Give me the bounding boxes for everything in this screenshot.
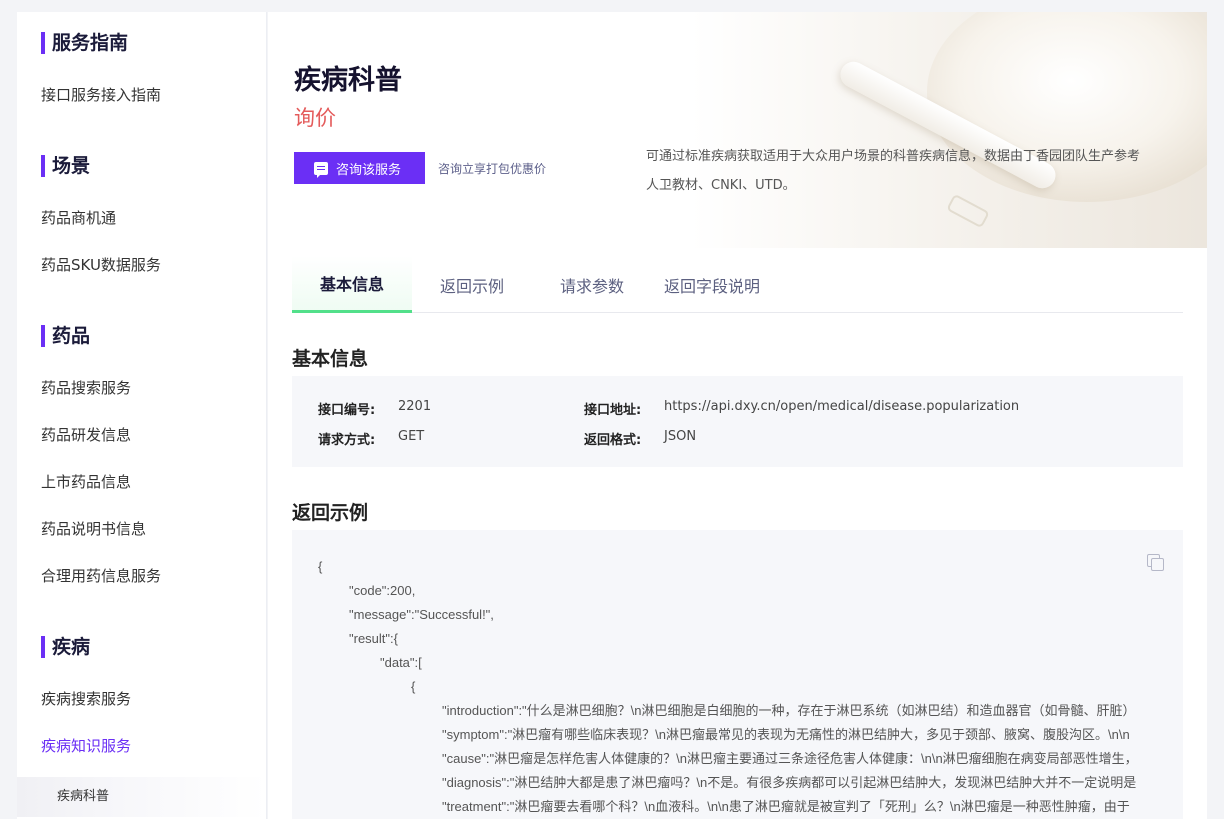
basic-info-panel: 接口编号: 2201 接口地址: https://api.dxy.cn/open…: [292, 376, 1183, 467]
consult-service-button-label: 咨询该服务: [336, 162, 402, 178]
sidebar-item-drug-search[interactable]: 药品搜索服务: [41, 378, 131, 398]
hero-banner: 疾病科普 询价 咨询该服务 咨询立享打包优惠价 可通过标准疾病获取适用于大众用户…: [268, 12, 1207, 248]
sidebar-item-disease-search[interactable]: 疾病搜索服务: [41, 689, 131, 709]
code-line: {: [411, 679, 416, 694]
code-line: "message":"Successful!",: [349, 607, 494, 622]
tab-request-params[interactable]: 请求参数: [532, 256, 652, 313]
code-line: "treatment":"淋巴瘤要去看哪个科？\n血液科。\n\n患了淋巴瘤就是…: [442, 799, 1130, 814]
sidebar: 服务指南 接口服务接入指南 场景 药品商机通 药品SKU数据服务 药品 药品搜索…: [17, 12, 267, 819]
consult-service-button[interactable]: 咨询该服务: [294, 152, 425, 184]
sidebar-section-scene-title: 场景: [41, 155, 90, 177]
interface-url-label: 接口地址:: [584, 403, 642, 418]
code-line: "cause":"淋巴瘤是怎样危害人体健康的？\n淋巴瘤主要通过三条途径危害人体…: [442, 751, 1138, 766]
interface-id-value: 2201: [398, 399, 432, 414]
sidebar-subitem-disease-popularization[interactable]: 疾病科普: [17, 777, 266, 817]
request-method-value: GET: [398, 429, 425, 444]
basic-info-heading: 基本信息: [292, 348, 369, 370]
page-title: 疾病科普: [294, 65, 402, 96]
code-line: "diagnosis":"淋巴结肿大都是患了淋巴瘤吗？\n不是。有很多疾病都可以…: [442, 775, 1137, 790]
code-line: "introduction":"什么是淋巴细胞？\n淋巴细胞是白细胞的一种，存在…: [442, 703, 1136, 718]
sidebar-section-disease-title: 疾病: [41, 636, 90, 658]
sidebar-item-rational-drug-use[interactable]: 合理用药信息服务: [41, 566, 161, 586]
price-label: 询价: [294, 106, 336, 130]
interface-id-label: 接口编号:: [318, 403, 376, 418]
return-format-value: JSON: [664, 429, 697, 444]
sidebar-item-drug-label[interactable]: 药品说明书信息: [41, 519, 146, 539]
sidebar-item-drug-sku[interactable]: 药品SKU数据服务: [41, 255, 161, 275]
return-format-label: 返回格式:: [584, 433, 642, 448]
main-content: 疾病科普 询价 咨询该服务 咨询立享打包优惠价 可通过标准疾病获取适用于大众用户…: [268, 12, 1207, 819]
request-method-label: 请求方式:: [318, 433, 376, 448]
code-line: {: [318, 559, 323, 574]
code-line: "data":[: [380, 655, 422, 670]
code-example-panel: { "code":200, "message":"Successful!", "…: [292, 530, 1183, 819]
tab-return-example[interactable]: 返回示例: [412, 256, 532, 313]
copy-icon[interactable]: [1147, 554, 1164, 571]
code-line: "result":{: [349, 631, 398, 646]
code-line: "symptom":"淋巴瘤有哪些临床表现？\n淋巴瘤最常见的表现为无痛性的淋巴…: [442, 727, 1130, 742]
service-description: 可通过标准疾病获取适用于大众用户场景的科普疾病信息，数据由丁香园团队生产参考人卫…: [646, 149, 1141, 193]
sidebar-item-drug-business[interactable]: 药品商机通: [41, 208, 116, 228]
sidebar-item-disease-knowledge[interactable]: 疾病知识服务: [41, 736, 131, 756]
sidebar-item-marketed-drug[interactable]: 上市药品信息: [41, 472, 131, 492]
code-line: "code":200,: [349, 583, 416, 598]
sidebar-section-guide-title: 服务指南: [41, 32, 128, 54]
sidebar-section-drug-title: 药品: [41, 325, 90, 347]
chat-icon: [314, 161, 328, 178]
interface-url-value: https://api.dxy.cn/open/medical/disease.…: [664, 399, 1020, 414]
tab-basic-info[interactable]: 基本信息: [292, 256, 412, 313]
tab-bar: 基本信息 返回示例 请求参数 返回字段说明: [292, 256, 1183, 313]
return-example-heading: 返回示例: [292, 502, 369, 524]
tab-return-fields[interactable]: 返回字段说明: [652, 256, 772, 313]
sidebar-item-drug-rd[interactable]: 药品研发信息: [41, 425, 131, 445]
sidebar-item-access-guide[interactable]: 接口服务接入指南: [41, 85, 161, 105]
consult-discount-link[interactable]: 咨询立享打包优惠价: [438, 160, 546, 177]
